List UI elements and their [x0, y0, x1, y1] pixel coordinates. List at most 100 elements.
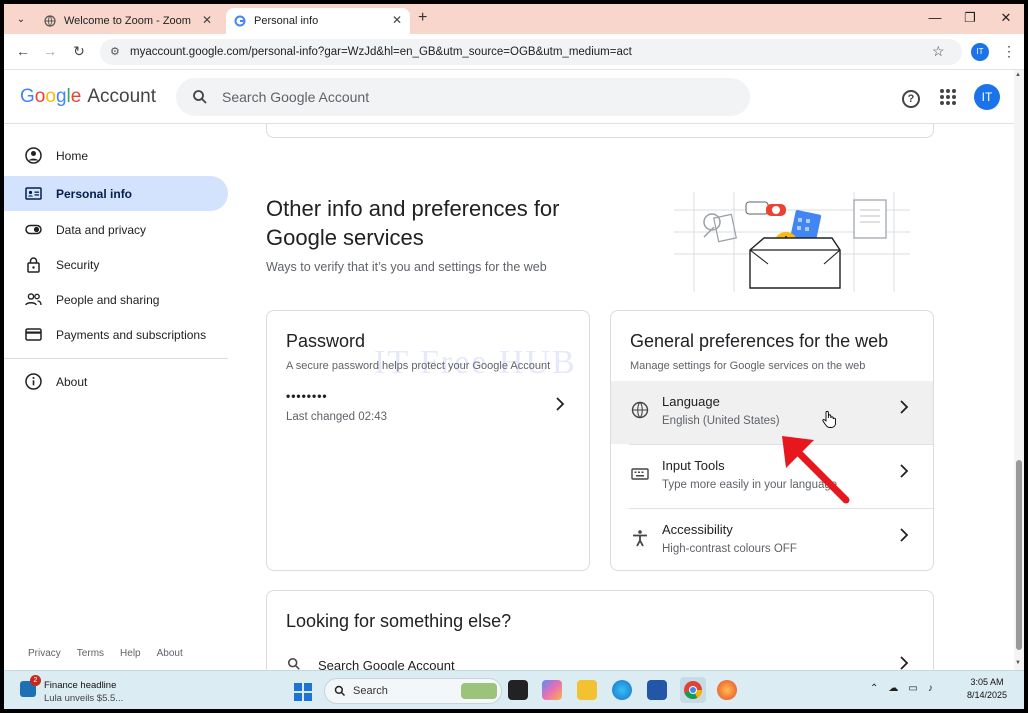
globe-icon: [631, 401, 649, 419]
watermark: IT Free HUB: [374, 344, 577, 381]
input-tools-row[interactable]: Input Tools Type more easily in your lan…: [611, 445, 933, 508]
google-g-icon: [234, 15, 246, 27]
google-account-logo[interactable]: Google Account: [20, 86, 156, 108]
cloud-icon[interactable]: ☁: [888, 683, 898, 694]
windows-start-icon[interactable]: [294, 683, 312, 701]
password-card-title: Password: [286, 331, 366, 351]
help-link[interactable]: Help: [120, 648, 141, 659]
id-card-icon: [25, 185, 42, 202]
sidebar-item-payments[interactable]: Payments and subscriptions: [4, 317, 228, 352]
tray-overflow-icon[interactable]: ⌃: [870, 683, 878, 694]
section-subtitle: Ways to verify that it’s you and setting…: [266, 260, 547, 274]
general-preferences-subtitle: Manage settings for Google services on t…: [630, 360, 866, 372]
scroll-down-icon[interactable]: ▼: [1015, 660, 1021, 666]
sidebar-item-about[interactable]: About: [4, 364, 228, 399]
looking-for-something-card: Looking for something else? Search Googl…: [266, 590, 934, 670]
accessibility-title: Accessibility: [662, 522, 733, 537]
credit-card-icon: [25, 326, 42, 343]
address-bar[interactable]: ⚙ myaccount.google.com/personal-info?gar…: [100, 39, 962, 65]
browser-profile-avatar[interactable]: IT: [971, 43, 989, 61]
general-preferences-title: General preferences for the web: [630, 331, 889, 351]
search-icon: [287, 657, 301, 670]
previous-card-edge: [266, 124, 934, 138]
accessibility-row[interactable]: Accessibility High-contrast colours OFF: [611, 509, 933, 570]
google-wordmark: Google: [20, 86, 82, 107]
people-icon: [25, 291, 42, 308]
toggle-icon: [25, 221, 42, 238]
forward-icon[interactable]: →: [41, 43, 59, 59]
help-icon[interactable]: ?: [902, 90, 920, 108]
search-google-account-link[interactable]: Search Google Account: [318, 658, 455, 670]
copilot-icon[interactable]: [542, 680, 562, 700]
terms-link[interactable]: Terms: [77, 648, 104, 659]
sidebar-item-people-sharing[interactable]: People and sharing: [4, 282, 228, 317]
search-placeholder: Search Google Account: [222, 89, 370, 105]
taskbar-search[interactable]: Search: [324, 678, 502, 704]
chrome-active-slot[interactable]: [680, 677, 706, 703]
language-row[interactable]: Language English (United States): [611, 381, 933, 444]
taskbar-search-label: Search: [353, 685, 388, 697]
looking-card-title: Looking for something else?: [286, 611, 512, 631]
sidebar-item-data-privacy[interactable]: Data and privacy: [4, 212, 228, 247]
news-subtitle: Lula unveils $5.5...: [44, 693, 124, 704]
network-icon[interactable]: ▭: [908, 683, 917, 694]
search-input[interactable]: Search Google Account: [176, 78, 750, 116]
page-scrollbar[interactable]: ▲ ▼: [1014, 70, 1024, 670]
privacy-link[interactable]: Privacy: [28, 648, 61, 659]
globe-icon: [44, 15, 56, 27]
news-widget[interactable]: 2 Finance headline Lula unveils $5.5...: [20, 675, 140, 705]
masked-password: ••••••••: [286, 389, 328, 403]
browser-toolbar: ← → ↻ ⚙ myaccount.google.com/personal-in…: [4, 34, 1024, 70]
apps-grid-icon[interactable]: [940, 89, 956, 105]
chevron-right-icon[interactable]: [899, 655, 909, 670]
chevron-right-icon: [899, 463, 909, 484]
tab-zoom[interactable]: Welcome to Zoom - Zoom ✕: [36, 8, 220, 34]
close-tab-icon[interactable]: ✕: [392, 13, 402, 27]
language-title: Language: [662, 394, 720, 409]
scroll-thumb[interactable]: [1016, 460, 1022, 650]
file-explorer-icon[interactable]: [577, 680, 597, 700]
clock-time: 3:05 AM: [970, 677, 1004, 687]
tab-search-button[interactable]: ⌄: [12, 11, 30, 29]
store-icon[interactable]: [647, 680, 667, 700]
volume-icon[interactable]: ♪: [928, 683, 933, 694]
accessibility-value: High-contrast colours OFF: [662, 543, 797, 555]
browser-menu-icon[interactable]: ⋮: [1002, 43, 1016, 60]
annotation-arrow-icon: [782, 436, 850, 504]
sidebar-item-home[interactable]: Home: [4, 138, 228, 173]
chevron-right-icon: [899, 527, 909, 548]
url-text: myaccount.google.com/personal-info?gar=W…: [130, 46, 632, 58]
minimize-icon[interactable]: —: [925, 10, 945, 25]
sidebar-item-personal-info[interactable]: Personal info: [4, 176, 228, 211]
site-info-icon[interactable]: ⚙: [110, 39, 120, 65]
edge-icon[interactable]: [612, 680, 632, 700]
close-window-icon[interactable]: ✕: [996, 10, 1016, 26]
firefox-icon[interactable]: [717, 680, 737, 700]
reload-icon[interactable]: ↻: [70, 43, 88, 60]
info-icon: [25, 373, 42, 390]
windows-taskbar: 2 Finance headline Lula unveils $5.5... …: [4, 670, 1024, 709]
chevron-right-icon[interactable]: [555, 396, 565, 417]
search-icon: [192, 78, 208, 120]
system-tray: ⌃ ☁ ▭ ♪: [870, 683, 933, 694]
sidebar-item-security[interactable]: Security: [4, 247, 228, 282]
page-header: Google Account Search Google Account ? I…: [4, 70, 1014, 124]
search-highlight-icon: [461, 683, 497, 699]
chrome-icon: [684, 681, 703, 699]
language-value: English (United States): [662, 415, 780, 427]
about-link[interactable]: About: [157, 648, 183, 659]
new-tab-button[interactable]: +: [418, 9, 427, 27]
bookmark-star-icon[interactable]: ☆: [932, 43, 945, 60]
tab-personal-info[interactable]: Personal info ✕: [226, 8, 410, 34]
chevron-right-icon: [899, 399, 909, 420]
back-icon[interactable]: ←: [14, 43, 32, 59]
close-tab-icon[interactable]: ✕: [202, 13, 212, 27]
scroll-up-icon[interactable]: ▲: [1015, 72, 1021, 78]
restore-icon[interactable]: ❐: [960, 10, 980, 26]
avatar[interactable]: IT: [974, 84, 1000, 110]
task-view-icon[interactable]: [508, 680, 528, 700]
tab-strip: ⌄ Welcome to Zoom - Zoom ✕ Personal info…: [4, 4, 1024, 34]
keyboard-icon: [631, 465, 649, 483]
sidebar-item-label: Home: [56, 148, 89, 163]
clock[interactable]: 3:05 AM 8/14/2025: [962, 676, 1012, 702]
